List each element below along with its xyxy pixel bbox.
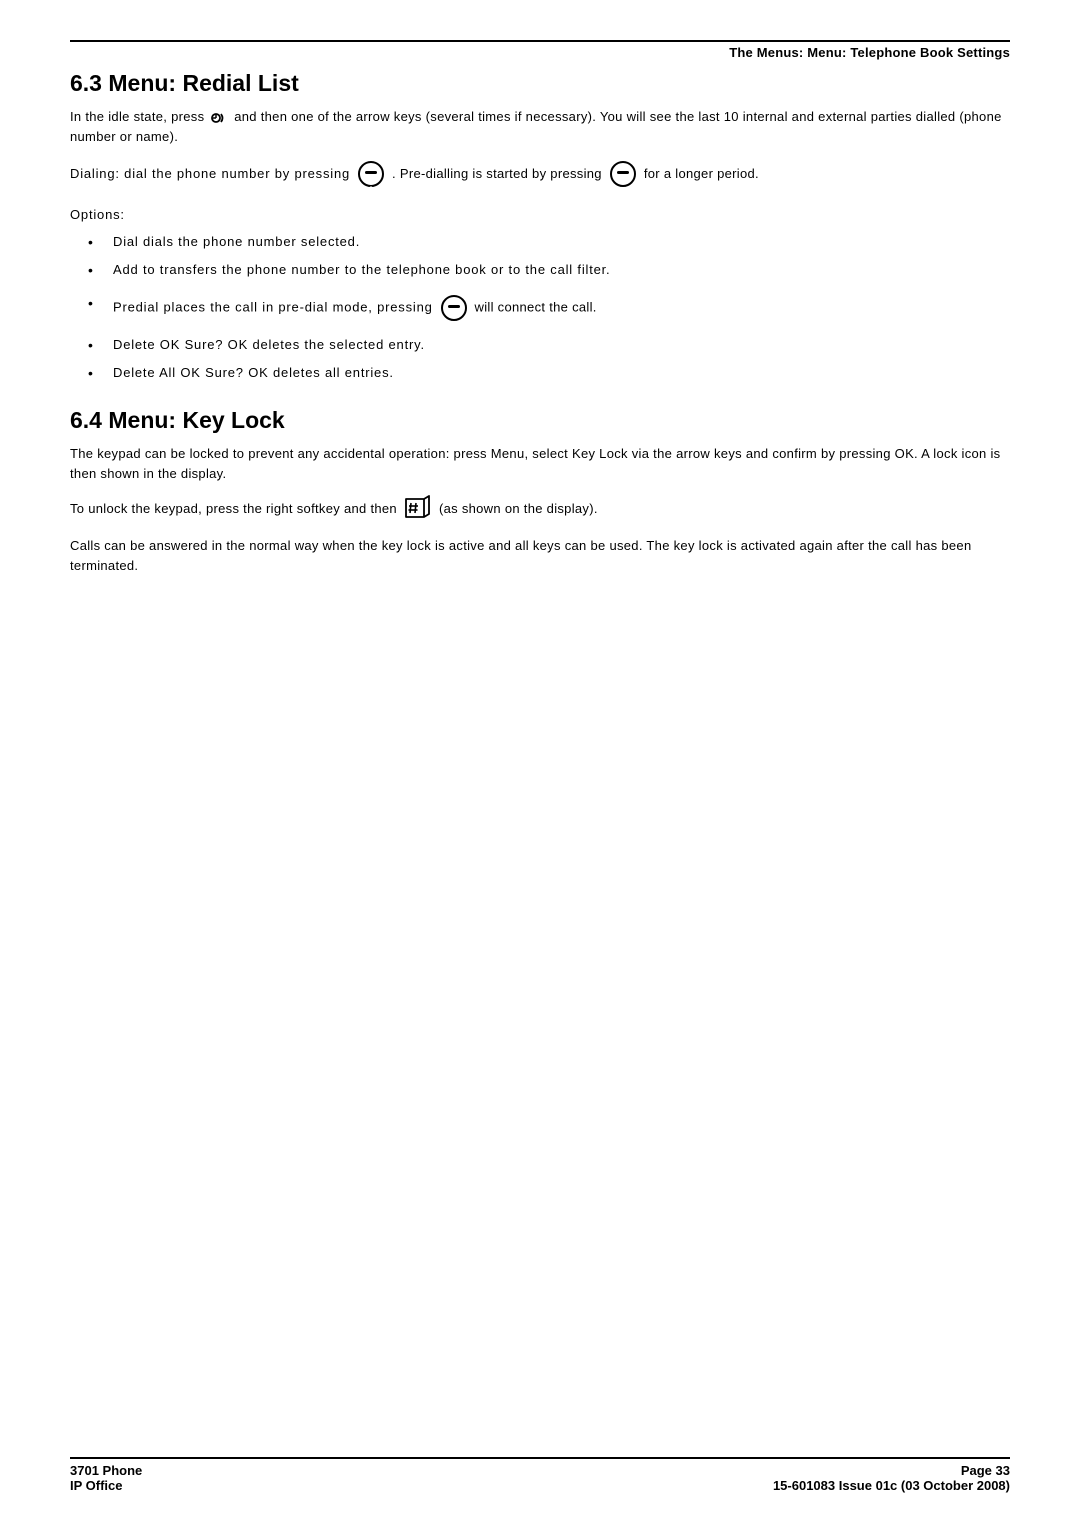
options-list: Dial dials the phone number selected. Ad… [88,232,1010,382]
section-64-heading: 6.4 Menu: Key Lock [70,407,1010,434]
list-item: Dial dials the phone number selected. [88,232,1010,252]
call-key-icon [608,159,638,189]
list-item-text: will connect the call. [475,300,597,315]
section-64-paragraph-1: The keypad can be locked to prevent any … [70,444,1010,483]
text-fragment: To unlock the keypad, press the right so… [70,501,397,516]
text-fragment: In the idle state, press [70,109,204,124]
list-item-text: Predial places the call in pre-dial mode… [113,300,433,315]
footer-product-line: IP Office [70,1478,123,1493]
text-fragment: for a longer period. [644,166,759,181]
speaker-icon [210,108,228,128]
call-key-icon [439,293,469,323]
header-rule [70,40,1010,42]
section-64-paragraph-2: To unlock the keypad, press the right so… [70,495,1010,521]
section-64-paragraph-3: Calls can be answered in the normal way … [70,536,1010,575]
section-63-heading: 6.3 Menu: Redial List [70,70,1010,97]
section-63-paragraph-2: Dialing: dial the phone number by pressi… [70,159,1010,189]
list-item-text: Delete OK Sure? OK deletes the selected … [113,337,425,352]
list-item-text: Dial dials the phone number selected. [113,234,360,249]
text-fragment: . Pre-dialling is started by pressing [392,166,602,181]
list-item-text: Delete All OK Sure? OK deletes all entri… [113,365,394,380]
list-item: Delete All OK Sure? OK deletes all entri… [88,363,1010,383]
list-item-text: Add to transfers the phone number to the… [113,262,610,277]
list-item: Add to transfers the phone number to the… [88,260,1010,280]
text-fragment: (as shown on the display). [439,501,598,516]
footer-page-number: Page 33 [961,1463,1010,1478]
footer-document-id: 15-601083 Issue 01c (03 October 2008) [773,1478,1010,1493]
footer-product: 3701 Phone [70,1463,142,1478]
page-footer: 3701 Phone Page 33 IP Office 15-601083 I… [70,1457,1010,1493]
list-item: Delete OK Sure? OK deletes the selected … [88,335,1010,355]
hash-key-icon [403,495,433,521]
section-63-paragraph-1: In the idle state, press and then one of… [70,107,1010,147]
list-item: Predial places the call in pre-dial mode… [88,287,1010,327]
header-breadcrumb: The Menus: Menu: Telephone Book Settings [70,45,1010,60]
options-label: Options: [70,205,1010,225]
text-fragment: Dialing: dial the phone number by pressi… [70,166,350,181]
footer-rule [70,1457,1010,1459]
call-key-icon [356,159,386,189]
